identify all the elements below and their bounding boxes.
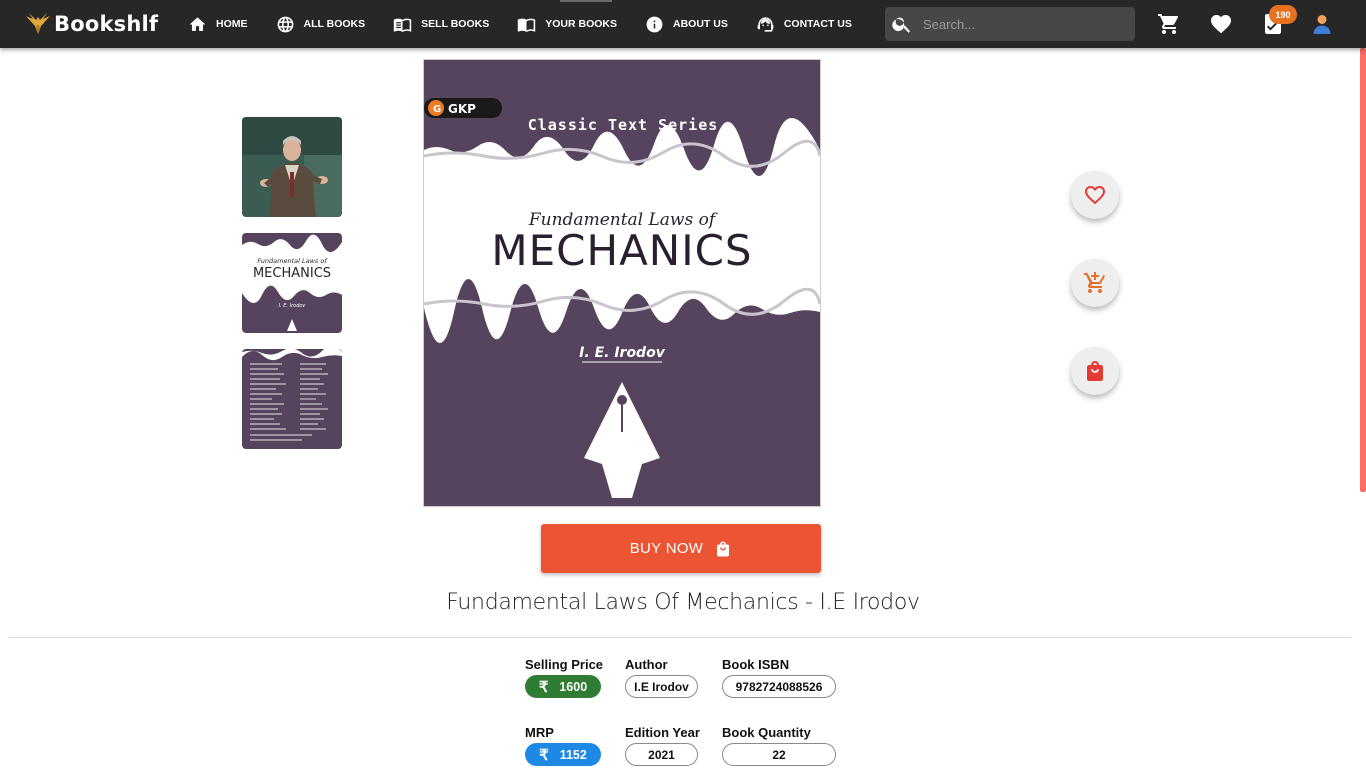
nav-links: HOME ALL BOOKS SELL BOOKS YOUR BOOKS ABO…	[188, 0, 880, 48]
orders-count-badge: 190	[1269, 5, 1297, 24]
contents-page-image	[242, 349, 342, 449]
shopping-bag-icon	[717, 541, 730, 556]
book-open-icon	[518, 18, 536, 32]
page: Bookshlf HOME ALL BOOKS SELL BOOKS YOUR …	[0, 0, 1366, 768]
scrollbar-thumb[interactable]	[1360, 48, 1366, 492]
book-quantity-label: Book Quantity	[722, 725, 811, 740]
add-to-cart-button[interactable]	[1071, 259, 1119, 307]
add-cart-icon	[1084, 272, 1106, 293]
isbn-value: 9782724088526	[722, 675, 836, 698]
mrp-label: MRP	[525, 725, 554, 740]
cover-author: I. E. Irodov	[579, 345, 666, 361]
heart-icon	[1211, 15, 1231, 34]
nav-link-sell-books[interactable]: SELL BOOKS	[393, 15, 489, 34]
cover-series: Classic Text Series	[528, 116, 719, 134]
search-bar	[885, 7, 1135, 41]
phoenix-logo-icon	[26, 13, 50, 34]
nav-link-your-books[interactable]: YOUR BOOKS	[517, 15, 617, 34]
rupee-icon: ₹	[538, 678, 549, 696]
book-open-icon	[393, 18, 412, 32]
nav-link-label: ALL BOOKS	[303, 18, 366, 30]
divider	[9, 637, 1351, 638]
nav-link-label: ABOUT US	[673, 18, 728, 30]
thumb-main-title: MECHANICS	[253, 266, 331, 281]
mrp-badge: ₹ 1152	[525, 743, 601, 766]
front-cover-thumbnail-image: Fundamental Laws of MECHANICS I. E. Irod…	[242, 233, 342, 333]
wishlist-button[interactable]	[1209, 12, 1233, 36]
book-cover[interactable]: G GKP Classic Text Series Fundamental La…	[423, 59, 821, 507]
globe-icon	[277, 16, 293, 32]
mrp-value: 1152	[559, 747, 587, 762]
selling-price-value: 1600	[559, 679, 588, 694]
nav-link-home[interactable]: HOME	[188, 15, 248, 34]
search-icon[interactable]	[891, 13, 913, 35]
author-value: I.E Irodov	[625, 675, 698, 698]
brand-logo[interactable]: Bookshlf	[24, 9, 158, 39]
profile-button[interactable]	[1310, 12, 1334, 36]
book-quantity-value: 22	[722, 743, 836, 766]
nav-link-label: CONTACT US	[783, 18, 852, 30]
user-avatar-icon	[1313, 15, 1331, 34]
edition-year-value: 2021	[625, 743, 698, 766]
isbn-label: Book ISBN	[722, 657, 790, 672]
search-input[interactable]	[923, 16, 1123, 32]
cover-main-title: MECHANICS	[491, 226, 752, 275]
selling-price-label: Selling Price	[525, 657, 604, 672]
buy-now-label: BUY NOW	[629, 540, 704, 557]
info-icon	[646, 16, 663, 32]
selling-price-badge: ₹ 1600	[525, 675, 601, 698]
thumb-author: I. E. Irodov	[279, 303, 307, 309]
book-cover-image: G GKP Classic Text Series Fundamental La…	[424, 60, 820, 506]
home-icon	[189, 16, 206, 31]
thumbnail-front-cover[interactable]: Fundamental Laws of MECHANICS I. E. Irod…	[242, 233, 342, 333]
nav-link-all-books[interactable]: ALL BOOKS	[276, 15, 366, 34]
add-to-wishlist-button[interactable]	[1071, 171, 1119, 219]
nav-link-label: HOME	[216, 18, 248, 30]
author-photo-image	[242, 117, 342, 217]
top-navbar: Bookshlf HOME ALL BOOKS SELL BOOKS YOUR …	[0, 0, 1366, 48]
thumbnail-author-photo[interactable]	[242, 117, 342, 217]
support-agent-icon	[757, 16, 774, 32]
shopping-bag-icon	[1087, 361, 1103, 381]
brand-name: Bookshlf	[54, 12, 159, 36]
publisher-logo-text: GKP	[448, 102, 476, 116]
nav-link-label: SELL BOOKS	[421, 18, 490, 30]
author-label: Author	[625, 657, 668, 672]
cart-icon	[1158, 14, 1179, 34]
cart-button[interactable]	[1157, 12, 1181, 36]
edition-year-label: Edition Year	[625, 725, 700, 740]
nav-link-about-us[interactable]: ABOUT US	[645, 15, 728, 34]
nav-link-label: YOUR BOOKS	[545, 18, 617, 30]
thumb-subtitle: Fundamental Laws of	[257, 257, 328, 265]
buy-now-fab[interactable]	[1071, 347, 1119, 395]
svg-text:G: G	[433, 104, 441, 115]
thumbnail-contents-page[interactable]	[242, 349, 342, 449]
book-title: Fundamental Laws Of Mechanics - I.E Irod…	[446, 590, 920, 615]
rupee-icon: ₹	[539, 746, 549, 764]
heart-outline-icon	[1085, 186, 1105, 205]
nav-link-contact-us[interactable]: CONTACT US	[756, 15, 852, 34]
buy-now-button[interactable]: BUY NOW	[541, 524, 821, 573]
